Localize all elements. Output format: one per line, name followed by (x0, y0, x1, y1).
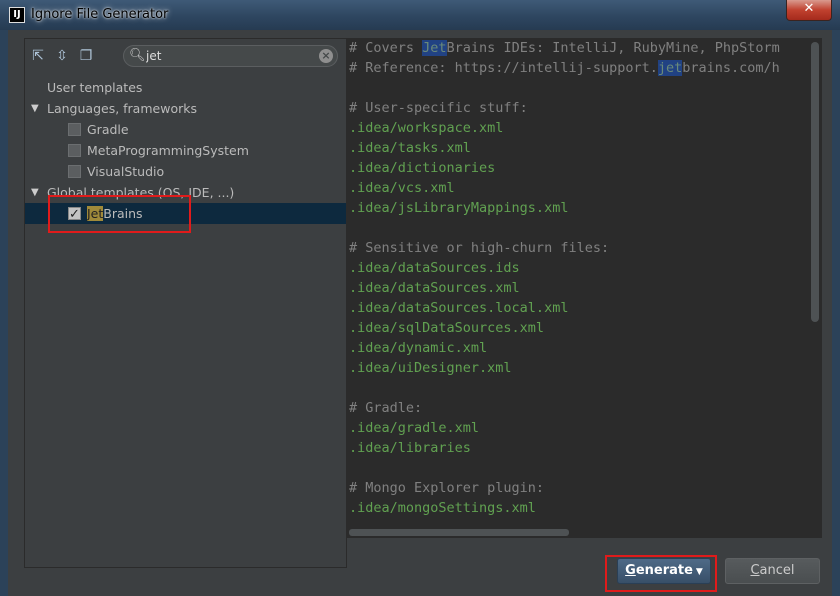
tree-item-label: VisualStudio (87, 164, 165, 179)
code-line: # Mongo Explorer plugin: (349, 480, 545, 496)
close-icon[interactable]: ✕ (786, 0, 832, 21)
template-checkbox[interactable] (68, 165, 81, 178)
window-frame-left (0, 30, 8, 596)
code-line: .idea/mongoSettings.xml (349, 500, 536, 516)
tree-item-label: Gradle (87, 122, 129, 137)
clear-icon[interactable]: × (319, 49, 333, 63)
code-line: # Sensitive or high-churn files: (349, 240, 610, 256)
code-line: .idea/uiDesigner.xml (349, 360, 512, 376)
window-title: Ignore File Generator (31, 7, 169, 22)
tree-item-row[interactable]: VisualStudio (25, 161, 346, 182)
horizontal-scrollbar[interactable] (349, 529, 569, 536)
template-checkbox[interactable] (68, 123, 81, 136)
template-panel: ⇱ ⇳ ❐ 🔍︎ × User templates ▼ Languages, fra… (24, 38, 347, 568)
template-checkbox[interactable] (68, 144, 81, 157)
expand-all-icon[interactable]: ⇱ (29, 47, 47, 65)
code-line: .idea/vcs.xml (349, 180, 455, 196)
code-text: # Covers (349, 40, 423, 56)
window-frame-right (832, 30, 840, 596)
code-line: .idea/dataSources.local.xml (349, 300, 569, 316)
code-line: .idea/dataSources.xml (349, 280, 520, 296)
vertical-scrollbar[interactable] (811, 42, 819, 322)
code-line: .idea/libraries (349, 440, 471, 456)
cancel-label: ancel (759, 563, 795, 578)
search-icon[interactable]: 🔍︎ (129, 48, 146, 63)
tree-group-row[interactable]: ▼ Languages, frameworks (25, 98, 346, 119)
search-input[interactable] (146, 48, 306, 64)
search-match-highlight: Jet (422, 40, 447, 56)
code-line: # Gradle: (349, 400, 423, 416)
search-match-highlight: jet (657, 60, 683, 76)
code-line: .idea/dataSources.ids (349, 260, 520, 276)
code-text: brains.com/h (682, 60, 780, 76)
code-text: Brains IDEs: IntelliJ, RubyMine, PhpStor… (446, 40, 780, 56)
cancel-mnemonic: C (750, 563, 760, 578)
tree-item-row[interactable]: MetaProgrammingSystem (25, 140, 346, 161)
intellij-app-icon: IJ (9, 7, 25, 23)
unselect-all-icon[interactable]: ❐ (77, 47, 95, 65)
tree-item-row[interactable]: Gradle (25, 119, 346, 140)
code-line: # Reference: https://intellij-support.je… (349, 58, 780, 78)
tree-group-label: User templates (47, 80, 143, 95)
code-text: # Reference: https://intellij-support. (349, 60, 658, 76)
code-line: # User-specific stuff: (349, 100, 528, 116)
template-preview-editor[interactable]: # Covers JetBrains IDEs: IntelliJ, RubyM… (346, 38, 822, 538)
title-bar: IJ Ignore File Generator ✕ (0, 0, 840, 30)
code-lines: # Covers JetBrains IDEs: IntelliJ, RubyM… (349, 38, 780, 518)
code-line: .idea/tasks.xml (349, 140, 471, 156)
expand-arrow-icon[interactable]: ▼ (31, 182, 39, 203)
cancel-button[interactable]: Cancel (725, 558, 820, 584)
collapse-all-icon[interactable]: ⇳ (53, 47, 71, 65)
tree-group-row[interactable]: User templates (25, 77, 346, 98)
code-line: # Covers JetBrains IDEs: IntelliJ, RubyM… (349, 38, 780, 58)
code-line: .idea/sqlDataSources.xml (349, 320, 545, 336)
code-line: .idea/gradle.xml (349, 420, 480, 436)
code-line: .idea/dynamic.xml (349, 340, 488, 356)
search-field[interactable]: 🔍︎ × (123, 45, 338, 67)
tree-item-label: MetaProgrammingSystem (87, 143, 249, 158)
code-line: .idea/dictionaries (349, 160, 496, 176)
tree-group-label: Languages, frameworks (47, 101, 197, 116)
expand-arrow-icon[interactable]: ▼ (31, 98, 39, 119)
code-line: .idea/workspace.xml (349, 120, 504, 136)
code-line: .idea/jsLibraryMappings.xml (349, 200, 569, 216)
highlight-annotation-jetbrains (48, 195, 191, 233)
highlight-annotation-generate (605, 555, 717, 592)
